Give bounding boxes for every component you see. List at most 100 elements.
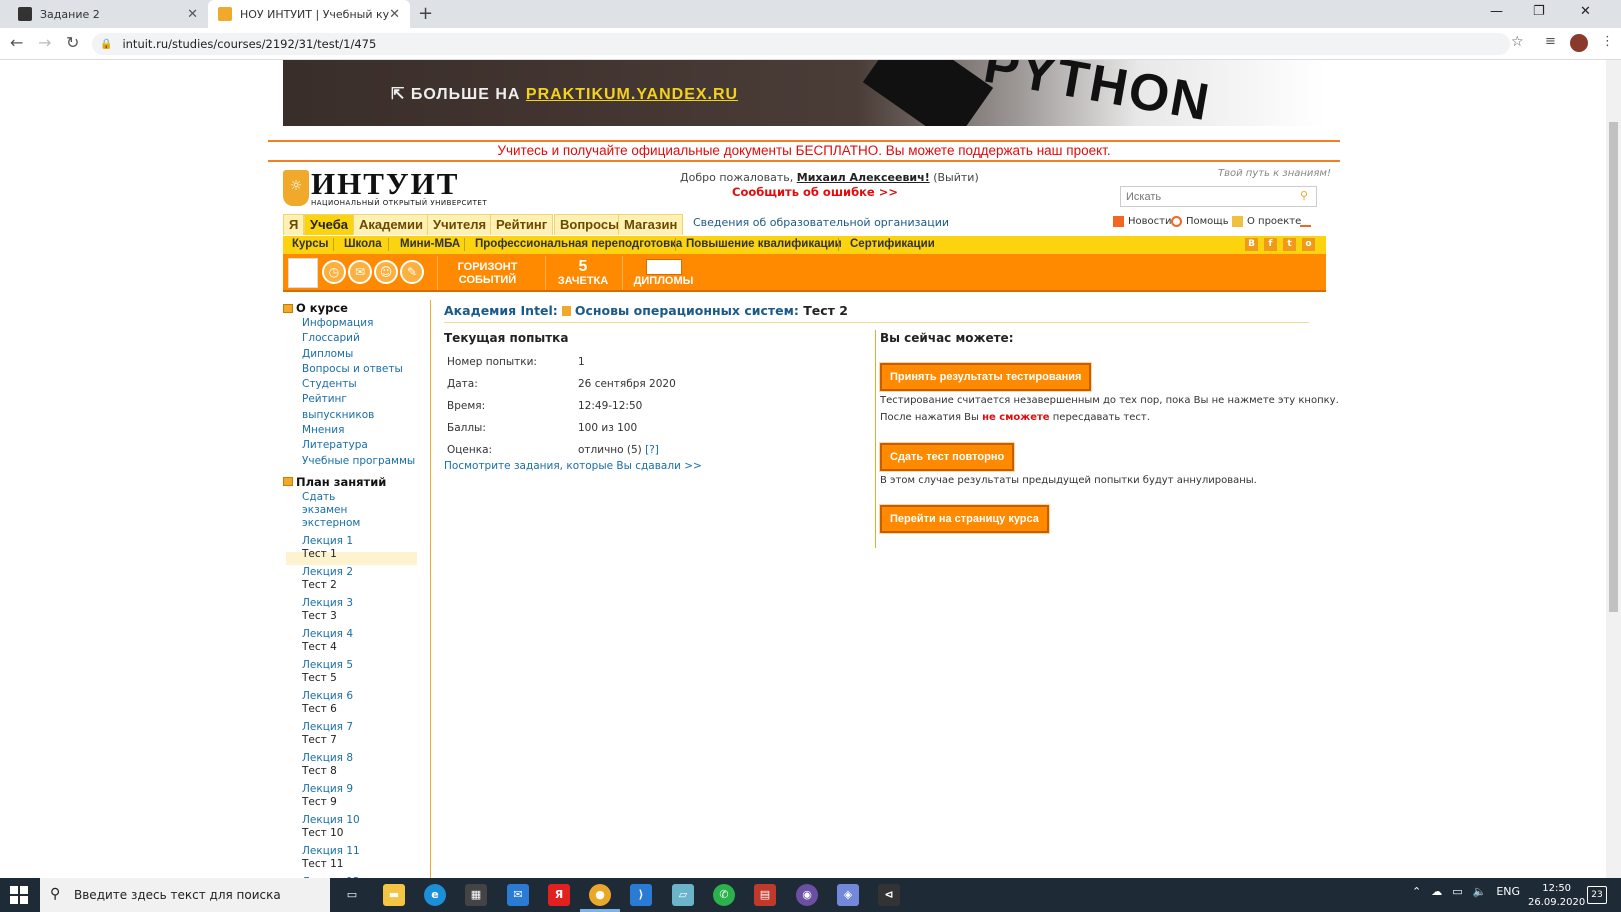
sidebar-about-link[interactable]: Вопросы и ответы — [283, 362, 418, 377]
report-error-link[interactable]: Сообщить об ошибке >> — [732, 185, 898, 199]
obs-app-icon[interactable]: ◉ — [796, 884, 818, 906]
sidebar-about-link[interactable]: Мнения — [283, 423, 418, 438]
file-explorer-icon[interactable]: ▬ — [383, 884, 405, 906]
mail-icon[interactable]: ✉ — [348, 260, 372, 284]
sidebar-test-link[interactable]: Тест 3 — [283, 610, 418, 623]
sidebar-test-link[interactable]: Тест 2 — [283, 579, 418, 592]
mail-app-icon[interactable]: ✉ — [507, 884, 529, 906]
winrar-icon[interactable]: ▤ — [754, 884, 776, 906]
subnav-courses[interactable]: Курсы — [292, 238, 329, 250]
see-tasks-link[interactable]: Посмотрите задания, которые Вы сдавали >… — [444, 460, 702, 472]
sidebar-plan-heading[interactable]: План занятий — [283, 474, 418, 490]
sidebar-item-exam[interactable]: Сдать экзамен экстерном — [283, 490, 383, 530]
sidebar-lecture-link[interactable]: Лекция 10 — [283, 814, 418, 827]
sidebar-about-heading[interactable]: О курсе — [283, 300, 418, 316]
tab-me[interactable]: Я — [283, 214, 305, 235]
facebook-icon[interactable]: f — [1264, 238, 1277, 251]
language-indicator[interactable]: ENG — [1496, 885, 1520, 898]
banner-site-link[interactable]: PRAKTIKUM.YANDEX.RU — [526, 86, 738, 103]
sidebar-test-link[interactable]: Тест 7 — [283, 734, 418, 747]
accept-results-button[interactable]: Принять результаты тестирования — [878, 362, 1093, 392]
discord-icon[interactable]: ◈ — [837, 884, 859, 906]
vk-icon[interactable]: В — [1245, 238, 1258, 251]
ad-banner[interactable]: PYTHON ⇱ БОЛЬШЕ НА PRAKTIKUM.YANDEX.RU — [283, 60, 1326, 126]
retake-test-button[interactable]: Сдать тест повторно — [878, 442, 1016, 472]
browser-tab-intuit[interactable]: НОУ ИНТУИТ | Учебный курс | С ✕ — [208, 0, 410, 28]
sidebar-test-link[interactable]: Тест 11 — [283, 858, 418, 871]
avatar[interactable] — [288, 258, 318, 288]
go-to-course-button[interactable]: Перейти на страницу курса — [879, 504, 1050, 534]
subnav-school[interactable]: Школа — [344, 238, 382, 250]
close-tab-icon[interactable]: ✕ — [389, 7, 400, 22]
sidebar-test-link[interactable]: Тест 6 — [283, 703, 418, 716]
sidebar-about-link[interactable]: Рейтинг выпускников — [283, 392, 418, 423]
sidebar-about-link[interactable]: Учебные программы — [283, 454, 418, 469]
about-link[interactable]: О проекте — [1232, 216, 1301, 227]
breadcrumb-course[interactable]: Основы операционных систем: — [575, 303, 799, 318]
back-arrow-icon[interactable]: ← — [10, 33, 23, 52]
promo-text[interactable]: Учитесь и получайте официальные документ… — [268, 143, 1340, 160]
yandex-browser-icon[interactable]: Я — [548, 884, 570, 906]
windows-start-icon[interactable] — [10, 886, 28, 904]
scrollbar-thumb[interactable] — [1609, 122, 1618, 612]
subnav-qualification[interactable]: Повышение квалификации — [686, 238, 842, 250]
profile-avatar-icon[interactable] — [1570, 34, 1588, 52]
people-icon[interactable]: ☺ — [374, 260, 398, 284]
browser-tab-zadanie[interactable]: Задание 2 ✕ — [8, 0, 208, 28]
close-window-icon[interactable]: ✕ — [1580, 4, 1591, 19]
network-icon[interactable]: ▭ — [1452, 885, 1462, 898]
taskbar-clock[interactable]: 12:50 26.09.2020 — [1528, 882, 1585, 910]
sidebar-lecture-link[interactable]: Лекция 3 — [283, 597, 418, 610]
diplomas-button[interactable]: ДИПЛОМЫ — [622, 256, 704, 290]
maximize-icon[interactable]: ❐ — [1533, 4, 1545, 19]
taskbar-search-input[interactable]: Введите здесь текст для поиска — [40, 878, 330, 912]
news-link[interactable]: Новости — [1113, 216, 1171, 227]
sidebar-about-link[interactable]: Студенты — [283, 377, 418, 392]
tab-shop[interactable]: Магазин — [618, 214, 684, 235]
forward-arrow-icon[interactable]: → — [38, 33, 51, 52]
user-name-link[interactable]: Михаил Алексеевич! — [797, 171, 930, 184]
grade-help-link[interactable]: [?] — [645, 444, 659, 456]
edge-icon[interactable]: e — [424, 884, 446, 906]
reload-icon[interactable]: ↻ — [66, 33, 79, 52]
sidebar-test-link[interactable]: Тест 4 — [283, 641, 418, 654]
sidebar-lecture-link[interactable]: Лекция 11 — [283, 845, 418, 858]
sidebar-lecture-link[interactable]: Лекция 1 — [283, 535, 418, 548]
sidebar-test-link[interactable]: Тест 9 — [283, 796, 418, 809]
sidebar-lecture-link[interactable]: Лекция 5 — [283, 659, 418, 672]
sidebar-lecture-link[interactable]: Лекция 7 — [283, 721, 418, 734]
menu-dots-icon[interactable]: ⋮ — [1601, 34, 1614, 49]
site-logo[interactable]: ИНТУИТ — [311, 166, 459, 202]
help-link[interactable]: Помощь — [1171, 216, 1229, 227]
sidebar-lecture-link[interactable]: Лекция 6 — [283, 690, 418, 703]
tab-teachers[interactable]: Учителя — [427, 214, 493, 235]
terminal-app-icon[interactable]: ⊲ — [878, 884, 900, 906]
minimize-icon[interactable]: — — [1490, 4, 1503, 19]
tab-questions[interactable]: Вопросы — [554, 214, 626, 235]
intuit-emblem-icon[interactable]: ☼ — [283, 170, 309, 206]
subnav-retraining[interactable]: Профессиональная переподготовка — [475, 238, 682, 250]
sidebar-about-link[interactable]: Дипломы — [283, 347, 418, 362]
sitemap-icon[interactable] — [1300, 216, 1315, 227]
logout-link[interactable]: (Выйти) — [933, 171, 979, 184]
breadcrumb-academy[interactable]: Академия Intel: — [444, 303, 558, 318]
reading-list-icon[interactable]: ≡ — [1545, 34, 1556, 49]
chrome-icon[interactable]: ● — [589, 884, 611, 906]
task-view-icon[interactable]: ▭ — [341, 884, 363, 906]
sidebar-lecture-link[interactable]: Лекция 8 — [283, 752, 418, 765]
close-tab-icon[interactable]: ✕ — [187, 7, 198, 22]
address-bar[interactable]: 🔒 intuit.ru/studies/courses/2192/31/test… — [92, 33, 1510, 55]
sidebar-lecture-link[interactable]: Лекция 2 — [283, 566, 418, 579]
horizon-events-button[interactable]: ГОРИЗОНТ СОБЫТИЙ — [437, 256, 537, 290]
sidebar-about-link[interactable]: Глоссарий — [283, 331, 418, 346]
gradebook-button[interactable]: 5 ЗАЧЕТКА — [545, 256, 620, 290]
tab-academies[interactable]: Академии — [353, 214, 430, 235]
new-tab-plus-icon[interactable]: + — [418, 3, 433, 24]
sidebar-lecture-link[interactable]: Лекция 4 — [283, 628, 418, 641]
notifications-icon[interactable]: 23 — [1587, 886, 1607, 904]
sidebar-about-link[interactable]: Информация — [283, 316, 418, 331]
tab-study[interactable]: Учеба — [304, 214, 354, 235]
sidebar-test-link[interactable]: Тест 1 — [283, 548, 418, 561]
onedrive-icon[interactable]: ☁ — [1431, 885, 1442, 898]
bookmark-star-icon[interactable]: ☆ — [1511, 34, 1524, 50]
